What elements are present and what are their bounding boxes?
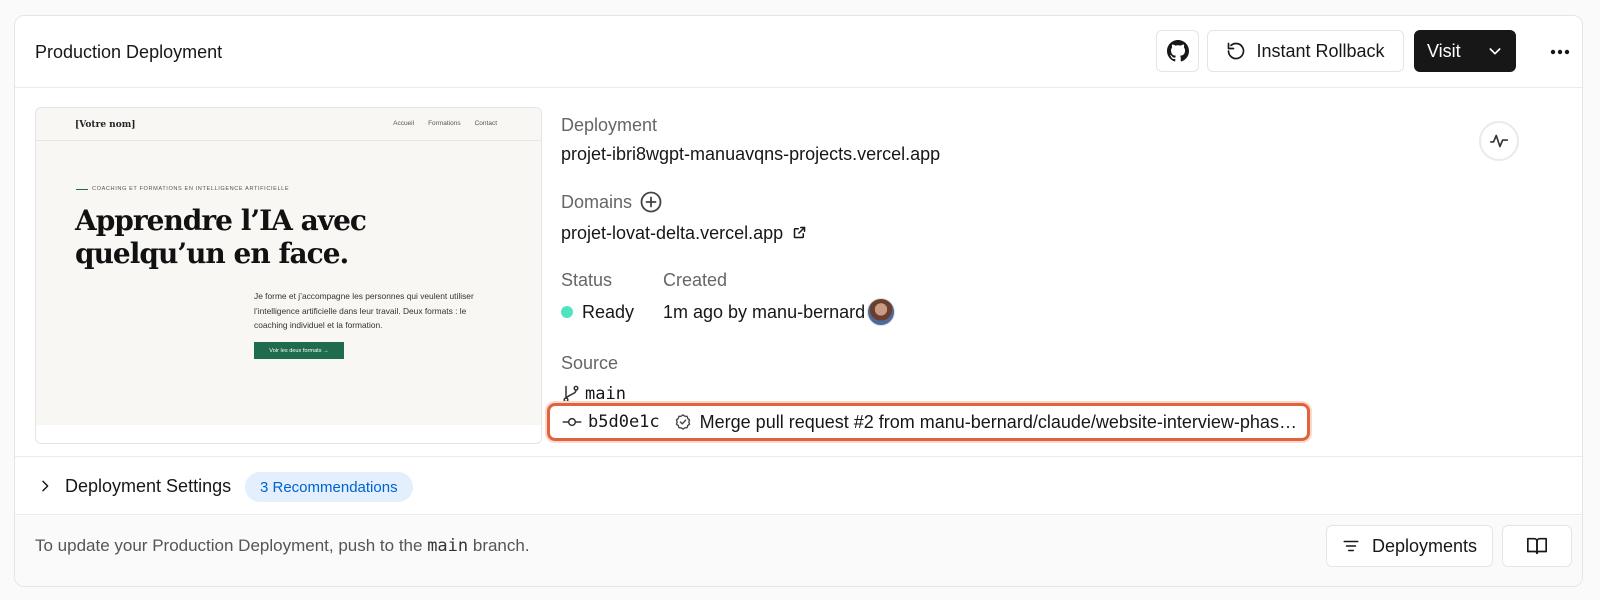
github-button[interactable] (1156, 30, 1199, 72)
activity-button[interactable] (1479, 121, 1519, 161)
chevron-down-icon[interactable] (1487, 43, 1503, 59)
production-deployment-card: Production Deployment Instant Rollback V… (14, 15, 1583, 587)
source-label: Source (561, 353, 619, 373)
preview-divider (36, 140, 541, 141)
preview-brand: [Votre nom] (75, 120, 136, 130)
domains-label: Domains (561, 192, 633, 212)
status-value: Ready (582, 302, 635, 322)
book-open-icon (1527, 537, 1547, 555)
plus-circle-icon[interactable] (639, 190, 663, 214)
card-header: Production Deployment Instant Rollback V… (15, 16, 1582, 88)
preview-nav-item: Formations (428, 120, 461, 127)
deployment-settings-row[interactable]: Deployment Settings 3 Recommendations (15, 456, 1582, 515)
footer-text-after: branch. (468, 536, 530, 555)
docs-button[interactable] (1502, 525, 1572, 567)
commit-message: Merge pull request #2 from manu-bernard/… (699, 411, 1306, 432)
footer-branch: main (427, 536, 469, 556)
deployment-label: Deployment (561, 115, 658, 135)
preview-headline-line: quelqu’un en face. (75, 237, 349, 270)
git-branch-icon (563, 385, 579, 403)
preview-cta-button: Voir les deux formats → (254, 342, 344, 359)
preview-eyebrow: COACHING ET FORMATIONS EN INTELLIGENCE A… (76, 186, 289, 192)
rollback-icon (1228, 42, 1245, 60)
filter-lines-icon (1343, 540, 1359, 552)
github-icon (1166, 40, 1189, 62)
deployments-button[interactable]: Deployments (1326, 525, 1493, 567)
visit-label: Visit (1427, 40, 1461, 61)
chevron-right-icon (42, 480, 49, 492)
card-footer: To update your Production Deployment, pu… (15, 516, 1582, 586)
branch-name: main (585, 384, 626, 404)
deployment-preview[interactable]: [Votre nom] Accueil Formations Contact C… (35, 107, 542, 444)
visit-button[interactable]: Visit (1414, 30, 1516, 72)
footer-text-before: To update your Production Deployment, pu… (35, 536, 428, 555)
page-title: Production Deployment (35, 42, 223, 62)
preview-eyebrow-text: COACHING ET FORMATIONS EN INTELLIGENCE A… (92, 186, 290, 192)
commit-sha: b5d0e1c (588, 412, 660, 432)
git-commit-icon (562, 417, 582, 427)
deployment-url[interactable]: projet-ibri8wgpt-manuavqns-projects.verc… (561, 144, 940, 165)
created-label: Created (663, 270, 728, 290)
instant-rollback-label: Instant Rollback (1256, 40, 1385, 61)
avatar[interactable] (867, 298, 895, 326)
status-dot (561, 306, 573, 318)
deployments-label: Deployments (1371, 535, 1478, 556)
commit-row[interactable]: b5d0e1c Merge pull request #2 from manu-… (547, 403, 1310, 441)
footer-hint: To update your Production Deployment, pu… (35, 536, 530, 556)
source-branch[interactable]: main (561, 384, 626, 404)
created-value: 1m ago by manu-bernard (663, 302, 866, 322)
preview-headline-line: Apprendre l’IA avec (75, 204, 367, 237)
deployment-settings-title: Deployment Settings (65, 476, 232, 496)
external-link-icon (793, 226, 806, 239)
preview-headline: Apprendre l’IA avec quelqu’un en face. (75, 204, 405, 270)
verified-badge-icon (675, 414, 690, 430)
more-horizontal-icon (1550, 49, 1570, 55)
preview-nav: Accueil Formations Contact (393, 120, 497, 127)
preview-nav-item: Accueil (393, 120, 415, 127)
preview-paragraph: Je forme et j’accompagne les personnes q… (254, 291, 474, 330)
instant-rollback-button[interactable]: Instant Rollback (1207, 30, 1404, 72)
domain-url: projet-lovat-delta.vercel.app (561, 223, 784, 243)
preview-nav-item: Contact (474, 120, 497, 127)
status-label: Status (561, 270, 613, 290)
more-options-button[interactable] (1548, 42, 1572, 62)
domain-link[interactable]: projet-lovat-delta.vercel.app (561, 223, 807, 244)
recommendations-badge[interactable]: 3 Recommendations (245, 472, 413, 502)
preview-screenshot: [Votre nom] Accueil Formations Contact C… (36, 108, 541, 425)
activity-icon (1489, 134, 1509, 148)
